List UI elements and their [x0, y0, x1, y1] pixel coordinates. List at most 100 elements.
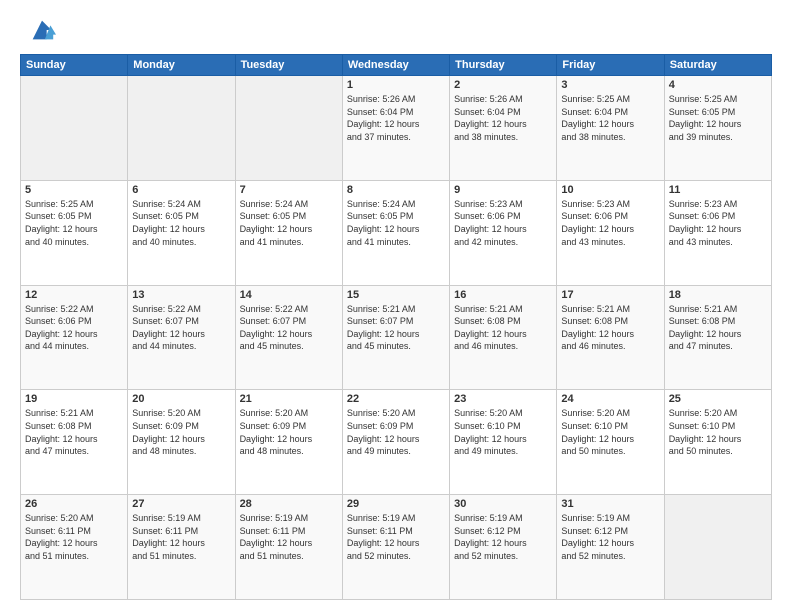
day-number: 21 [240, 393, 338, 405]
day-info: Sunrise: 5:21 AM Sunset: 6:08 PM Dayligh… [454, 303, 552, 353]
calendar-header-tuesday: Tuesday [235, 55, 342, 76]
calendar-header-thursday: Thursday [450, 55, 557, 76]
calendar-cell: 11 Sunrise: 5:23 AM Sunset: 6:06 PM Dayli… [664, 180, 771, 285]
calendar-week-row: 12 Sunrise: 5:22 AM Sunset: 6:06 PM Dayli… [21, 285, 772, 390]
day-number: 12 [25, 289, 123, 301]
calendar-cell: 15 Sunrise: 5:21 AM Sunset: 6:07 PM Dayli… [342, 285, 449, 390]
calendar-cell: 18 Sunrise: 5:21 AM Sunset: 6:08 PM Dayli… [664, 285, 771, 390]
day-number: 29 [347, 498, 445, 510]
day-number: 31 [561, 498, 659, 510]
calendar-cell: 20Sunrise: 5:20 AM Sunset: 6:09 PM Dayli… [128, 390, 235, 495]
day-number: 3 [561, 79, 659, 91]
calendar-header-monday: Monday [128, 55, 235, 76]
day-number: 6 [132, 184, 230, 196]
day-info: Sunrise: 5:19 AM Sunset: 6:11 PM Dayligh… [240, 512, 338, 562]
calendar-cell: 31 Sunrise: 5:19 AM Sunset: 6:12 PM Dayli… [557, 495, 664, 600]
day-info: Sunrise: 5:24 AM Sunset: 6:05 PM Dayligh… [132, 198, 230, 248]
day-number: 13 [132, 289, 230, 301]
logo [20, 16, 56, 44]
day-info: Sunrise: 5:22 AM Sunset: 6:07 PM Dayligh… [132, 303, 230, 353]
day-info: Sunrise: 5:21 AM Sunset: 6:08 PM Dayligh… [669, 303, 767, 353]
calendar-cell: 16 Sunrise: 5:21 AM Sunset: 6:08 PM Dayli… [450, 285, 557, 390]
calendar-cell [128, 76, 235, 181]
day-info: Sunrise: 5:21 AM Sunset: 6:07 PM Dayligh… [347, 303, 445, 353]
day-number: 23 [454, 393, 552, 405]
calendar-cell: 29 Sunrise: 5:19 AM Sunset: 6:11 PM Dayli… [342, 495, 449, 600]
calendar-header-row: SundayMondayTuesdayWednesdayThursdayFrid… [21, 55, 772, 76]
day-info: Sunrise: 5:22 AM Sunset: 6:07 PM Dayligh… [240, 303, 338, 353]
day-number: 9 [454, 184, 552, 196]
day-number: 10 [561, 184, 659, 196]
calendar-cell [21, 76, 128, 181]
calendar-header-friday: Friday [557, 55, 664, 76]
logo-icon [28, 16, 56, 44]
calendar-week-row: 26Sunrise: 5:20 AM Sunset: 6:11 PM Dayli… [21, 495, 772, 600]
day-number: 2 [454, 79, 552, 91]
calendar-cell: 25 Sunrise: 5:20 AM Sunset: 6:10 PM Dayli… [664, 390, 771, 495]
calendar-cell: 24 Sunrise: 5:20 AM Sunset: 6:10 PM Dayli… [557, 390, 664, 495]
calendar-cell: 8 Sunrise: 5:24 AM Sunset: 6:05 PM Daylig… [342, 180, 449, 285]
day-info: Sunrise: 5:21 AM Sunset: 6:08 PM Dayligh… [25, 407, 123, 457]
day-number: 16 [454, 289, 552, 301]
day-number: 19 [25, 393, 123, 405]
day-info: Sunrise: 5:25 AM Sunset: 6:05 PM Dayligh… [25, 198, 123, 248]
day-info: Sunrise: 5:19 AM Sunset: 6:11 PM Dayligh… [347, 512, 445, 562]
day-info: Sunrise: 5:22 AM Sunset: 6:06 PM Dayligh… [25, 303, 123, 353]
day-number: 7 [240, 184, 338, 196]
calendar-cell: 22 Sunrise: 5:20 AM Sunset: 6:09 PM Dayli… [342, 390, 449, 495]
calendar-cell [664, 495, 771, 600]
calendar-cell [235, 76, 342, 181]
day-number: 30 [454, 498, 552, 510]
calendar-cell: 19 Sunrise: 5:21 AM Sunset: 6:08 PM Dayli… [21, 390, 128, 495]
calendar-header-saturday: Saturday [664, 55, 771, 76]
day-info: Sunrise: 5:25 AM Sunset: 6:05 PM Dayligh… [669, 93, 767, 143]
calendar-cell: 27 Sunrise: 5:19 AM Sunset: 6:11 PM Dayli… [128, 495, 235, 600]
day-info: Sunrise: 5:26 AM Sunset: 6:04 PM Dayligh… [454, 93, 552, 143]
day-number: 25 [669, 393, 767, 405]
calendar-cell: 1Sunrise: 5:26 AM Sunset: 6:04 PM Daylig… [342, 76, 449, 181]
day-number: 15 [347, 289, 445, 301]
day-info: Sunrise: 5:23 AM Sunset: 6:06 PM Dayligh… [561, 198, 659, 248]
day-number: 24 [561, 393, 659, 405]
calendar-cell: 3 Sunrise: 5:25 AM Sunset: 6:04 PM Daylig… [557, 76, 664, 181]
day-info: Sunrise: 5:25 AM Sunset: 6:04 PM Dayligh… [561, 93, 659, 143]
day-info: Sunrise: 5:19 AM Sunset: 6:12 PM Dayligh… [454, 512, 552, 562]
day-number: 27 [132, 498, 230, 510]
day-number: 4 [669, 79, 767, 91]
calendar-week-row: 1 Sunrise: 5:26 AM Sunset: 6:04 PM Daylig… [21, 76, 772, 181]
calendar-cell: 14 Sunrise: 5:22 AM Sunset: 6:07 PM Dayli… [235, 285, 342, 390]
day-info: Sunrise: 5:20 AM Sunset: 6:10 PM Dayligh… [669, 407, 767, 457]
calendar-header-wednesday: Wednesday [342, 55, 449, 76]
day-info: Sunrise: 5:24 AM Sunset: 6:05 PM Dayligh… [240, 198, 338, 248]
day-info: Sunrise: 5:19 AM Sunset: 6:12 PM Dayligh… [561, 512, 659, 562]
calendar-cell: 10 Sunrise: 5:23 AM Sunset: 6:06 PM Dayli… [557, 180, 664, 285]
calendar-cell: 28 Sunrise: 5:19 AM Sunset: 6:11 PM Dayli… [235, 495, 342, 600]
day-number: 26 [25, 498, 123, 510]
day-info: Sunrise: 5:20 AM Sunset: 6:10 PM Dayligh… [561, 407, 659, 457]
calendar-cell: 21Sunrise: 5:20 AM Sunset: 6:09 PM Dayli… [235, 390, 342, 495]
day-number: 11 [669, 184, 767, 196]
day-info: Sunrise: 5:24 AM Sunset: 6:05 PM Dayligh… [347, 198, 445, 248]
day-number: 14 [240, 289, 338, 301]
day-number: 8 [347, 184, 445, 196]
day-info: Sunrise: 5:20 AM Sunset: 6:09 PM Dayligh… [347, 407, 445, 457]
calendar-cell: 6 Sunrise: 5:24 AM Sunset: 6:05 PM Daylig… [128, 180, 235, 285]
calendar-cell: 30 Sunrise: 5:19 AM Sunset: 6:12 PM Dayli… [450, 495, 557, 600]
calendar-cell: 12 Sunrise: 5:22 AM Sunset: 6:06 PM Dayli… [21, 285, 128, 390]
day-number: 5 [25, 184, 123, 196]
header [20, 16, 772, 44]
calendar-cell: 26Sunrise: 5:20 AM Sunset: 6:11 PM Dayli… [21, 495, 128, 600]
day-number: 18 [669, 289, 767, 301]
calendar-cell: 7 Sunrise: 5:24 AM Sunset: 6:05 PM Daylig… [235, 180, 342, 285]
day-number: 28 [240, 498, 338, 510]
day-info: Sunrise: 5:23 AM Sunset: 6:06 PM Dayligh… [669, 198, 767, 248]
calendar-header-sunday: Sunday [21, 55, 128, 76]
day-info: Sunrise: 5:23 AM Sunset: 6:06 PM Dayligh… [454, 198, 552, 248]
calendar-cell: 4 Sunrise: 5:25 AM Sunset: 6:05 PM Daylig… [664, 76, 771, 181]
day-number: 1 [347, 79, 445, 91]
day-number: 20 [132, 393, 230, 405]
calendar-cell: 23Sunrise: 5:20 AM Sunset: 6:10 PM Dayli… [450, 390, 557, 495]
day-number: 17 [561, 289, 659, 301]
day-number: 22 [347, 393, 445, 405]
day-info: Sunrise: 5:19 AM Sunset: 6:11 PM Dayligh… [132, 512, 230, 562]
